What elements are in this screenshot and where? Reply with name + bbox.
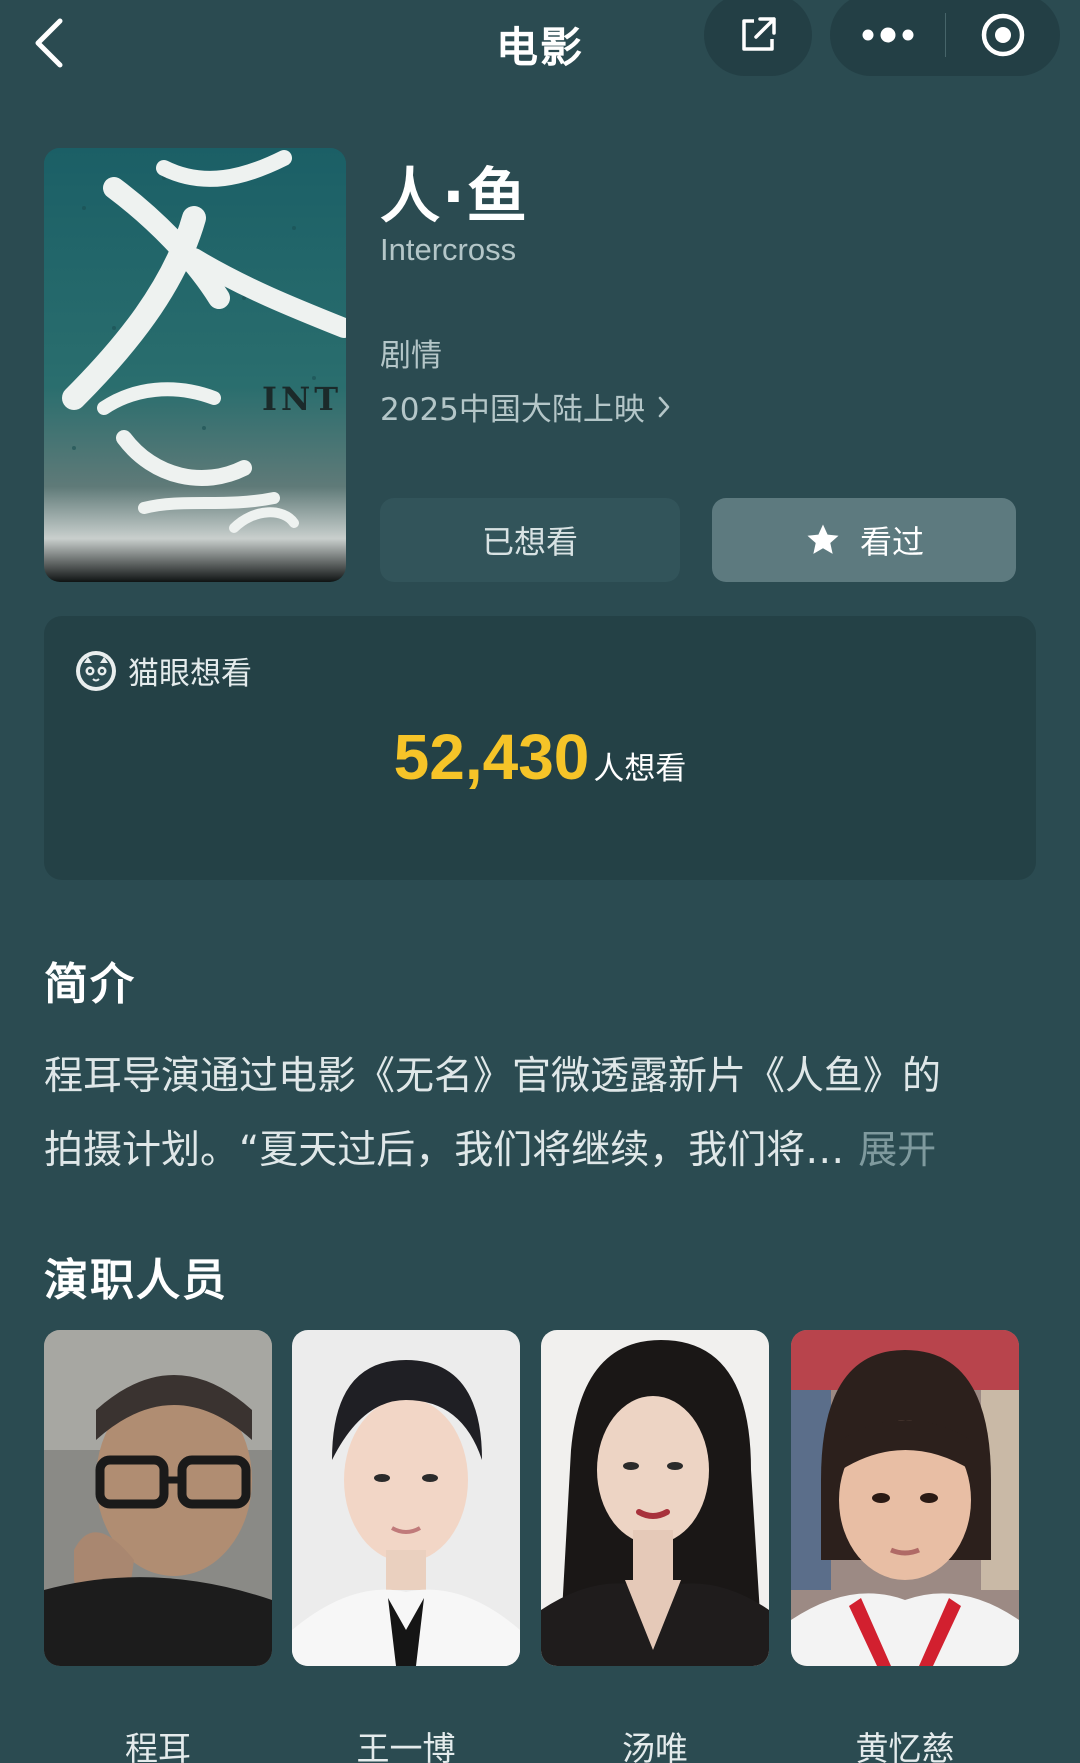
want-count-unit: 人想看 [593,751,687,787]
synopsis-text: 程耳导演通过电影《无名》官微透露新片《人鱼》的 拍摄计划。“夏天过后，我们将继续… [44,1040,1044,1188]
cast-portrait-2 [292,1330,520,1666]
cast-name-3[interactable]: 汤唯 [541,1722,769,1763]
movie-genre: 剧情 [380,338,442,374]
cast-name-2[interactable]: 王一博 [292,1722,520,1763]
cast-name-1[interactable]: 程耳 [44,1722,272,1763]
cast-photo-2[interactable] [292,1330,520,1666]
cast-photo-1[interactable] [44,1330,272,1666]
cast-portrait-4 [791,1330,1019,1666]
movie-english-title: Intercross [380,232,517,267]
mini-program-capsule [830,0,1060,76]
cast-name-4[interactable]: 黄忆慈 [791,1722,1019,1763]
synopsis-line-2: 拍摄计划。“夏天过后，我们将继续，我们将… 展开 [44,1114,1044,1188]
poster-small-text: INT [262,380,342,418]
movie-poster[interactable]: INT [44,148,346,582]
seen-button-label: 看过 [859,523,924,561]
target-circle-icon [981,13,1025,57]
cast-portrait-1 [44,1330,272,1666]
cast-photo-4[interactable] [791,1330,1019,1666]
release-info-text: 2025中国大陆上映 [380,392,645,428]
synopsis-line-2-text: 拍摄计划。“夏天过后，我们将继续，我们将… [44,1128,845,1173]
want-to-see-card: 猫眼想看 52,430 人想看 [44,616,1036,880]
close-button[interactable] [946,0,1060,76]
cast-portrait-3 [541,1330,769,1666]
share-external-icon [742,17,776,51]
maoyan-cat-icon [76,650,116,691]
top-bar: 电影 [0,0,1080,90]
wish-button-label: 已想看 [481,523,578,561]
cast-photo-3[interactable] [541,1330,769,1666]
seen-button[interactable]: 看过 [712,498,1016,582]
expand-button[interactable]: 展开 [858,1128,936,1173]
more-dots-icon [862,27,913,43]
share-button[interactable] [704,0,812,76]
chevron-right-icon [658,396,670,417]
want-count: 52,430 人想看 [44,720,1036,794]
wish-button[interactable]: 已想看 [380,498,680,582]
movie-title: 人·鱼 [380,162,529,232]
star-icon [807,524,839,554]
poster-artwork: INT [44,148,346,582]
more-button[interactable] [830,0,945,76]
cast-title: 演职人员 [44,1255,228,1306]
want-count-number: 52,430 [393,721,590,793]
synopsis-line-1: 程耳导演通过电影《无名》官微透露新片《人鱼》的 [44,1054,942,1099]
release-info-link[interactable]: 2025中国大陆上映 [380,384,671,429]
synopsis-title: 简介 [44,959,136,1010]
want-source: 猫眼想看 [74,648,252,693]
want-source-label: 猫眼想看 [128,656,252,692]
